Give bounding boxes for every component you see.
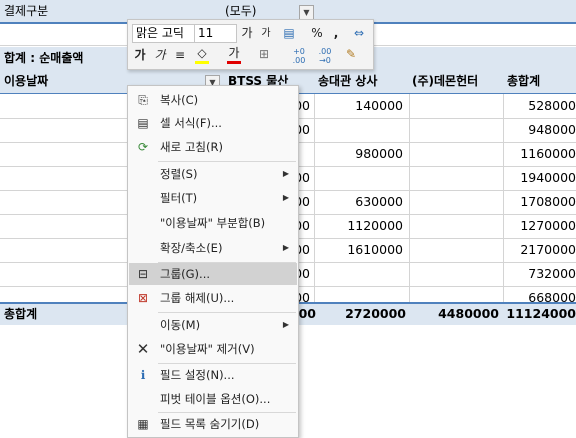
grand-total-value: 11124000 <box>506 306 576 321</box>
menu-item-label: 정렬(S) <box>160 167 198 181</box>
pivot-cell[interactable]: 630000 <box>313 191 403 213</box>
align-center-button[interactable]: ≡ <box>172 46 188 64</box>
format-cells-icon: ▤ <box>137 116 149 130</box>
submenu-arrow-icon: ▶ <box>282 169 289 178</box>
field-settings-icon: ℹ <box>140 368 146 382</box>
decrease-decimal-icon[interactable]: .00 →0 <box>314 47 336 65</box>
bold-button[interactable]: 가 <box>132 46 148 64</box>
menu-item-label: 새로 고침(R) <box>160 140 223 154</box>
menu-item-label: "이용날짜" 제거(V) <box>160 342 255 356</box>
context-menu: ⎘ 복사(C) ▤ 셀 서식(F)... ⟳ 새로 고침(R) 정렬(S) ▶ … <box>127 85 299 438</box>
menu-item-label: 필터(T) <box>160 191 198 205</box>
menu-item-label: 셀 서식(F)... <box>160 116 222 130</box>
pivot-cell[interactable]: 1610000 <box>313 239 403 261</box>
pivot-cell[interactable]: 1708000 <box>486 191 576 213</box>
menu-item-label: 피벗 테이블 옵션(O)... <box>160 392 271 406</box>
menu-item-label: 확장/축소(E) <box>160 241 223 255</box>
pivot-cell[interactable]: 1270000 <box>486 215 576 237</box>
menu-item-remove-field[interactable]: ✕ "이용날짜" 제거(V) <box>129 338 297 360</box>
menu-item-hide-field-list[interactable]: ▦ 필드 목록 숨기기(D) <box>129 413 297 435</box>
filter-value[interactable]: (모두) <box>225 1 256 21</box>
percent-style-button[interactable]: % <box>309 24 325 42</box>
group-icon: ⊟ <box>137 267 149 281</box>
column-header: 총합계 <box>507 74 541 88</box>
font-name-box[interactable]: 맑은 고딕 <box>132 24 195 43</box>
submenu-arrow-icon: ▶ <box>282 243 289 252</box>
menu-separator <box>158 161 296 162</box>
pivot-cell[interactable]: 1940000 <box>486 167 576 189</box>
pivot-value-field: 합계 : 순매출액 <box>4 51 84 65</box>
borders-icon[interactable]: ⊞ <box>256 45 272 63</box>
row-field-label: 이용날짜 <box>4 74 49 88</box>
menu-item-copy[interactable]: ⎘ 복사(C) <box>129 89 297 111</box>
menu-item-group[interactable]: ⊟ 그룹(G)... <box>129 263 297 285</box>
shrink-font-button[interactable]: 가 <box>259 25 273 43</box>
remove-x-icon: ✕ <box>136 340 150 358</box>
menu-item-label: 필드 목록 숨기기(D) <box>160 417 260 431</box>
pivot-cell[interactable]: 1120000 <box>313 215 403 237</box>
pivot-cell[interactable]: 528000 <box>486 95 576 117</box>
filter-label: 결제구분 <box>4 4 49 18</box>
font-color-button[interactable]: 가 <box>226 44 242 62</box>
menu-item-pivot-options[interactable]: 피벗 테이블 옵션(O)... <box>129 388 297 410</box>
pivot-cell[interactable]: 948000 <box>486 119 576 141</box>
filter-dropdown-icon[interactable]: ▼ <box>299 5 314 20</box>
column-header: 송대관 상사 <box>318 74 378 88</box>
submenu-arrow-icon: ▶ <box>282 193 289 202</box>
menu-item-label: 복사(C) <box>160 93 199 107</box>
menu-item-subtotal[interactable]: "이용날짜" 부분합(B) <box>129 212 297 234</box>
pivot-cell[interactable]: 980000 <box>313 143 403 165</box>
column-header: (주)데몬헌터 <box>412 74 479 88</box>
menu-item-field-settings[interactable]: ℹ 필드 설정(N)... <box>129 364 297 386</box>
pivot-cell[interactable]: 1160000 <box>486 143 576 165</box>
format-painter-icon[interactable]: ✎ <box>342 45 360 63</box>
copy-icon: ⎘ <box>138 93 148 107</box>
fill-color-swatch <box>195 61 209 64</box>
fill-color-icon[interactable]: ◇ <box>194 44 210 62</box>
menu-item-label: 그룹(G)... <box>160 267 211 281</box>
gridline <box>409 94 410 302</box>
menu-item-ungroup[interactable]: ⊠ 그룹 해제(U)... <box>129 287 297 309</box>
menu-item-expand-collapse[interactable]: 확장/축소(E) ▶ <box>129 237 297 259</box>
refresh-icon: ⟳ <box>137 140 149 154</box>
italic-button[interactable]: 가 <box>152 46 168 64</box>
pivot-cell[interactable]: 2170000 <box>486 239 576 261</box>
font-size-box[interactable]: 11 <box>194 24 237 43</box>
increase-decimal-icon[interactable]: +0.00 <box>288 47 310 65</box>
menu-item-move[interactable]: 이동(M) ▶ <box>129 314 297 336</box>
menu-item-label: "이용날짜" 부분합(B) <box>160 216 266 230</box>
wrap-text-icon[interactable]: ⇔ <box>350 24 368 42</box>
accounting-format-icon[interactable]: ▤ <box>278 24 300 42</box>
grow-font-button[interactable]: 가 <box>239 24 255 42</box>
ungroup-icon: ⊠ <box>137 291 149 305</box>
pivot-cell[interactable]: 732000 <box>486 263 576 285</box>
menu-separator <box>158 312 296 313</box>
menu-item-label: 이동(M) <box>160 318 201 332</box>
field-list-icon: ▦ <box>137 417 149 431</box>
menu-item-filter[interactable]: 필터(T) ▶ <box>129 187 297 209</box>
menu-item-format-cells[interactable]: ▤ 셀 서식(F)... <box>129 112 297 134</box>
menu-item-label: 필드 설정(N)... <box>160 368 235 382</box>
grand-total-label: 총합계 <box>4 307 38 321</box>
grand-total-value: 2720000 <box>345 306 406 321</box>
menu-item-refresh[interactable]: ⟳ 새로 고침(R) <box>129 136 297 158</box>
font-color-swatch <box>227 61 241 64</box>
submenu-arrow-icon: ▶ <box>282 320 289 329</box>
menu-item-sort[interactable]: 정렬(S) ▶ <box>129 163 297 185</box>
menu-item-label: 그룹 해제(U)... <box>160 291 235 305</box>
pivot-cell[interactable]: 140000 <box>313 95 403 117</box>
mini-toolbar: 맑은 고딕 11 가 가 ▤ % , ⇔ 가 가 ≡ ◇ 가 ⊞ +0.00 .… <box>127 19 374 70</box>
comma-style-button[interactable]: , <box>330 24 342 42</box>
